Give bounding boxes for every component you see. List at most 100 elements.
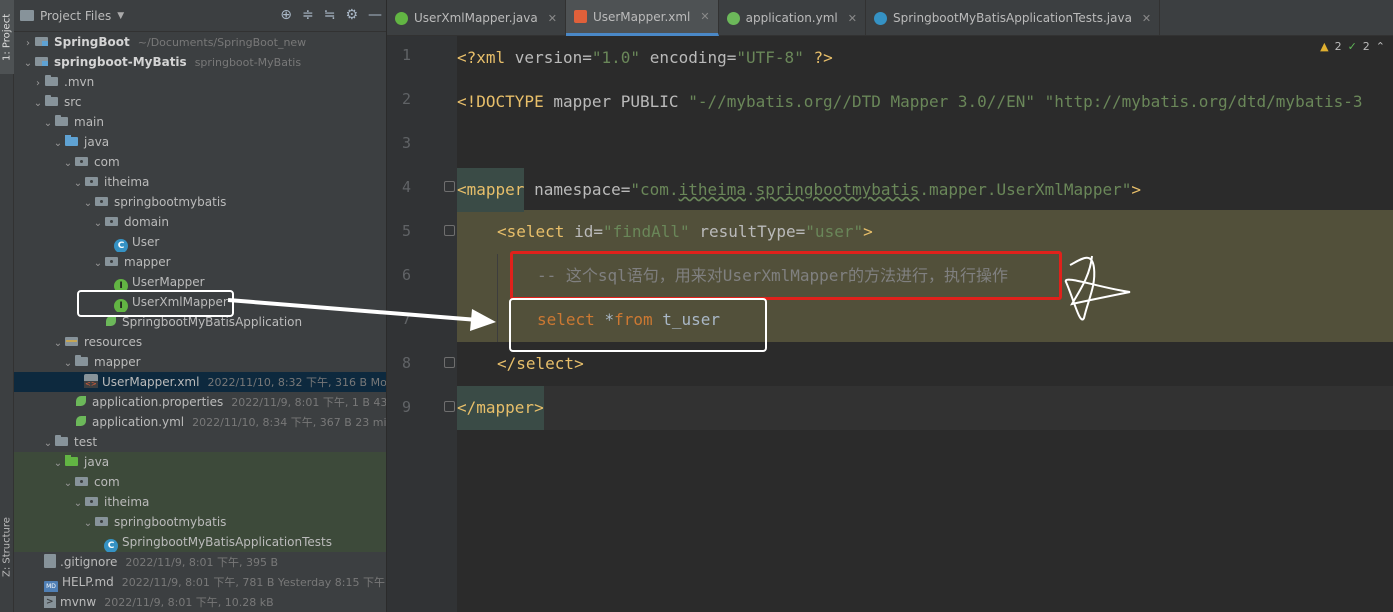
tree-item[interactable]: ⌄ test bbox=[14, 432, 386, 452]
tree-item-meta: 2022/11/9, 8:01 下午, 395 B bbox=[125, 556, 279, 569]
tree-item[interactable]: › .mvn bbox=[14, 72, 386, 92]
chevron-down-icon[interactable]: ▼ bbox=[117, 11, 124, 21]
chevron-down-icon[interactable]: ⌄ bbox=[92, 214, 104, 232]
tree-item[interactable]: ⌄ java bbox=[14, 132, 386, 152]
folder-icon bbox=[20, 10, 34, 21]
tree-item[interactable]: .gitignore 2022/11/9, 8:01 下午, 395 B bbox=[14, 552, 386, 572]
tree-item[interactable]: C User bbox=[14, 232, 386, 252]
tree-item[interactable]: application.properties 2022/11/9, 8:01 下午… bbox=[14, 392, 386, 412]
line-number[interactable]: 5 bbox=[387, 222, 411, 240]
folder-icon bbox=[44, 94, 60, 108]
package-icon bbox=[94, 514, 110, 528]
locate-icon[interactable]: ⊕ bbox=[280, 7, 292, 23]
chevron-down-icon[interactable]: ⌄ bbox=[82, 194, 94, 212]
tree-item[interactable]: ⌄ springbootmybatis bbox=[14, 512, 386, 532]
tree-item-label: springboot-MyBatis bbox=[54, 55, 187, 69]
chevron-down-icon[interactable]: ⌄ bbox=[92, 254, 104, 272]
tree-item[interactable]: ⌄ java bbox=[14, 452, 386, 472]
folder-icon bbox=[54, 114, 70, 128]
expand-all-icon[interactable]: ≑ bbox=[302, 7, 314, 23]
editor-tab[interactable]: application.yml ✕ bbox=[719, 0, 866, 36]
gear-icon[interactable]: ⚙ bbox=[345, 7, 358, 23]
spring-config-icon bbox=[74, 414, 88, 428]
tree-item-label: mapper bbox=[94, 355, 141, 369]
tree-item[interactable]: ⌄ src bbox=[14, 92, 386, 112]
chevron-down-icon[interactable]: ⌄ bbox=[52, 454, 64, 472]
minimize-icon[interactable]: — bbox=[368, 7, 382, 23]
collapse-all-icon[interactable]: ≒ bbox=[324, 7, 336, 23]
xml-file-icon bbox=[84, 374, 98, 388]
chevron-down-icon[interactable]: ⌄ bbox=[62, 154, 74, 172]
tree-item-label: domain bbox=[124, 215, 169, 229]
spring-config-icon bbox=[74, 394, 88, 408]
tree-item-meta: 2022/11/10, 8:34 下午, 367 B 23 mir bbox=[192, 416, 387, 429]
package-icon bbox=[94, 194, 110, 208]
class-icon: C bbox=[104, 539, 118, 552]
tree-item[interactable]: ⌄ mapper bbox=[14, 252, 386, 272]
tree-item[interactable]: ⌄ com bbox=[14, 152, 386, 172]
chevron-down-icon[interactable]: ⌄ bbox=[22, 54, 34, 72]
line-number[interactable]: 6 bbox=[387, 266, 411, 284]
chevron-down-icon[interactable]: ⌄ bbox=[82, 514, 94, 532]
folder-icon bbox=[54, 434, 70, 448]
tree-item-label: springbootmybatis bbox=[114, 515, 227, 529]
tree-item[interactable]: I UserMapper bbox=[14, 272, 386, 292]
tree-item-label: UserMapper bbox=[132, 275, 205, 289]
tree-item[interactable]: C SpringbootMyBatisApplicationTests bbox=[14, 532, 386, 552]
chevron-right-icon[interactable]: › bbox=[32, 74, 44, 92]
chevron-down-icon[interactable]: ⌄ bbox=[72, 494, 84, 512]
tree-item[interactable]: ⌄ domain bbox=[14, 212, 386, 232]
tree-item[interactable]: UserMapper.xml 2022/11/10, 8:32 下午, 316 B… bbox=[14, 372, 386, 392]
line-number[interactable]: 1 bbox=[387, 46, 411, 64]
code-line-2: <!DOCTYPE mapper PUBLIC "-//mybatis.org/… bbox=[457, 92, 1363, 111]
chevron-down-icon[interactable]: ⌄ bbox=[62, 354, 74, 372]
editor-tab[interactable]: SpringbootMyBatisApplicationTests.java ✕ bbox=[866, 0, 1161, 36]
chevron-down-icon[interactable]: ⌄ bbox=[72, 174, 84, 192]
editor-tab[interactable]: UserMapper.xml ✕ bbox=[565, 0, 719, 36]
line-number[interactable]: 9 bbox=[387, 398, 411, 416]
tree-item[interactable]: ⌄ itheima bbox=[14, 172, 386, 192]
tree-item[interactable]: MD HELP.md 2022/11/9, 8:01 下午, 781 B Yeste… bbox=[14, 572, 386, 592]
tree-item[interactable]: ⌄ springbootmybatis bbox=[14, 192, 386, 212]
chevron-down-icon[interactable]: ⌄ bbox=[42, 114, 54, 132]
line-number[interactable]: 2 bbox=[387, 90, 411, 108]
fold-marker-icon[interactable] bbox=[444, 225, 455, 236]
chevron-down-icon[interactable]: ⌄ bbox=[52, 134, 64, 152]
tree-item-meta: 2022/11/9, 8:01 下午, 10.28 kB bbox=[104, 596, 274, 609]
project-tool-tab[interactable]: 1: Project bbox=[0, 0, 14, 74]
tree-item[interactable]: ⌄ main bbox=[14, 112, 386, 132]
chevron-down-icon[interactable]: ⌄ bbox=[52, 334, 64, 352]
tree-item[interactable]: mvnw 2022/11/9, 8:01 下午, 10.28 kB bbox=[14, 592, 386, 612]
tree-item[interactable]: ⌄ com bbox=[14, 472, 386, 492]
inspection-widget[interactable]: ▲ 2 ✓ 2 ⌃ bbox=[1320, 40, 1385, 53]
tree-item-label: test bbox=[74, 435, 98, 449]
chevron-down-icon[interactable]: ⌄ bbox=[42, 434, 54, 452]
close-icon[interactable]: ✕ bbox=[1142, 12, 1151, 25]
chevron-down-icon[interactable]: ⌄ bbox=[62, 474, 74, 492]
tree-item[interactable]: ⌄ springboot-MyBatis springboot-MyBatis bbox=[14, 52, 386, 72]
chevron-down-icon[interactable]: ⌄ bbox=[32, 94, 44, 112]
line-number[interactable]: 3 bbox=[387, 134, 411, 152]
close-icon[interactable]: ✕ bbox=[848, 12, 857, 25]
close-icon[interactable]: ✕ bbox=[700, 10, 709, 23]
chevron-right-icon[interactable]: › bbox=[22, 34, 34, 52]
fold-marker-icon[interactable] bbox=[444, 357, 455, 368]
editor-tab-label: UserXmlMapper.java bbox=[414, 11, 538, 25]
tree-item[interactable]: › SpringBoot ~/Documents/SpringBoot_new bbox=[14, 32, 386, 52]
chevron-up-icon[interactable]: ⌃ bbox=[1376, 40, 1385, 53]
line-number[interactable]: 8 bbox=[387, 354, 411, 372]
editor-tab[interactable]: UserXmlMapper.java ✕ bbox=[387, 0, 566, 36]
line-number[interactable]: 4 bbox=[387, 178, 411, 196]
warning-count: 2 bbox=[1334, 40, 1342, 53]
line-number[interactable]: 7 bbox=[387, 310, 411, 328]
fold-marker-icon[interactable] bbox=[444, 181, 455, 192]
tree-item[interactable]: ⌄ mapper bbox=[14, 352, 386, 372]
tree-item[interactable]: ⌄ itheima bbox=[14, 492, 386, 512]
tree-item[interactable]: ⌄ resources bbox=[14, 332, 386, 352]
tree-item[interactable]: application.yml 2022/11/10, 8:34 下午, 367 … bbox=[14, 412, 387, 432]
fold-marker-icon[interactable] bbox=[444, 401, 455, 412]
code-line-1: <?xml version="1.0" encoding="UTF-8" ?> bbox=[457, 48, 833, 67]
structure-tool-tab[interactable]: Z: Structure bbox=[0, 495, 14, 600]
panel-title[interactable]: Project Files bbox=[40, 9, 111, 23]
close-icon[interactable]: ✕ bbox=[548, 12, 557, 25]
